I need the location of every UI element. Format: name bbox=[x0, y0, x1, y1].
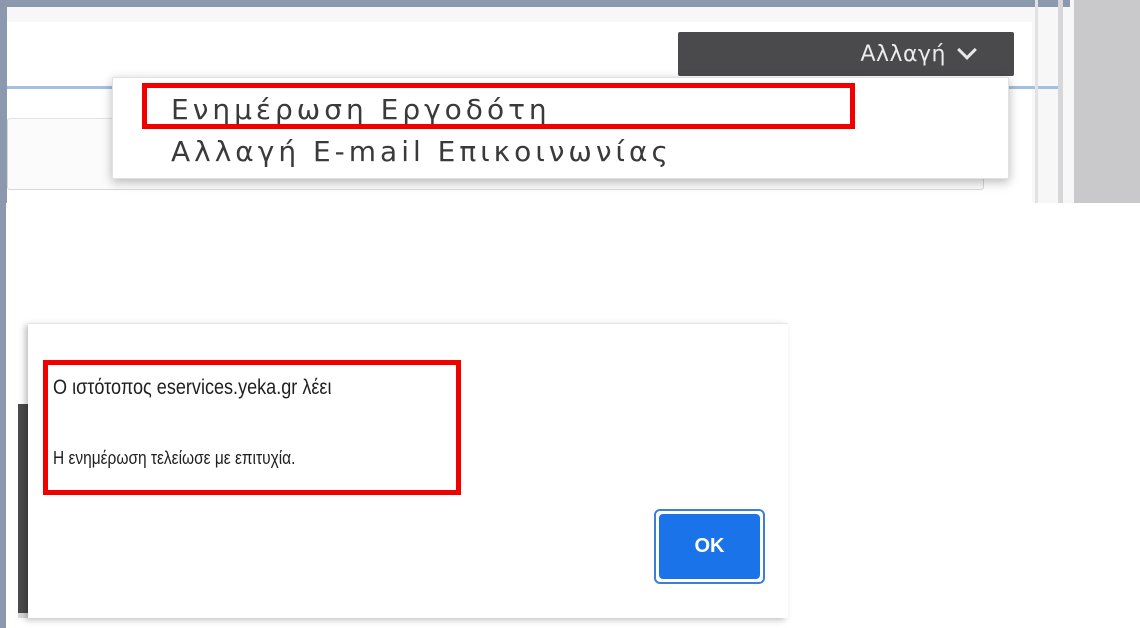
frame-border-top bbox=[0, 0, 1070, 7]
menu-item-change-email[interactable]: Αλλαγή E-mail Επικοινωνίας bbox=[171, 135, 672, 168]
frame-border-left bbox=[0, 203, 6, 628]
change-dropdown-button[interactable]: Αλλαγή bbox=[678, 32, 1014, 76]
scroll-area bbox=[1074, 0, 1140, 203]
highlight-box-dialog-text bbox=[43, 360, 461, 495]
highlight-box-menu-item bbox=[142, 83, 855, 129]
divider-line bbox=[1058, 0, 1063, 203]
divider-line bbox=[1035, 0, 1038, 203]
frame-border-left bbox=[0, 0, 7, 203]
ok-button[interactable]: OK bbox=[659, 514, 760, 579]
chevron-down-icon bbox=[957, 40, 977, 60]
change-button-label: Αλλαγή bbox=[860, 41, 946, 67]
